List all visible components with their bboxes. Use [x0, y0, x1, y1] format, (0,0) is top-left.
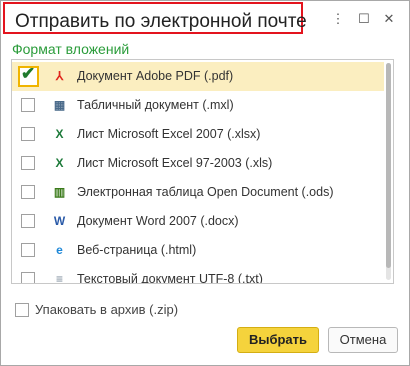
format-label: Веб-страница (.html) [77, 243, 197, 257]
format-list[interactable]: ≡ Текстовый документ UTF-8 (.txt) e Веб-стр… [11, 59, 394, 284]
list-scrollbar[interactable] [386, 63, 391, 280]
dialog-title: Отправить по электронной почте [15, 11, 307, 32]
email-export-dialog: Отправить по электронной почте ⋮ ☐ ✕ Фор… [0, 0, 410, 366]
ods-icon: ▥ [53, 185, 66, 199]
word-icon: W [53, 214, 66, 228]
more-options-icon[interactable]: ⋮ [329, 10, 347, 28]
maximize-icon[interactable]: ☐ [355, 10, 373, 28]
select-button[interactable]: Выбрать [237, 327, 319, 353]
format-label: Текстовый документ UTF-8 (.txt) [77, 272, 263, 284]
zip-checkbox[interactable] [15, 303, 29, 317]
pdf-icon: ⅄ [55, 69, 64, 83]
format-label: Документ Adobe PDF (.pdf) [77, 69, 234, 83]
format-checkbox[interactable] [21, 272, 35, 283]
scroll-thumb[interactable] [386, 63, 391, 268]
format-row[interactable]: e Веб-страница (.html) [12, 236, 384, 265]
format-row[interactable]: X Лист Microsoft Excel 97-2003 (.xls) [12, 149, 384, 178]
text-file-icon: ≡ [55, 272, 63, 284]
web-page-icon: e [56, 243, 63, 257]
format-row[interactable]: ▦ Табличный документ (.mxl) [12, 91, 384, 120]
format-checkbox[interactable] [21, 127, 35, 141]
excel-icon: X [55, 127, 64, 141]
format-row[interactable]: ≡ Текстовый документ UTF-8 (.txt) [12, 265, 384, 284]
format-row[interactable]: W Документ Word 2007 (.docx) [12, 207, 384, 236]
title-highlight: Отправить по электронной почте [3, 2, 307, 34]
format-checkbox[interactable] [21, 98, 35, 112]
close-icon[interactable]: ✕ [380, 10, 398, 28]
format-row[interactable]: ▥ Электронная таблица Open Document (.ods… [12, 178, 384, 207]
checkmark-icon: ✔ [21, 64, 36, 83]
format-checkbox[interactable] [21, 185, 35, 199]
zip-checkbox-label[interactable]: Упаковать в архив (.zip) [35, 302, 178, 317]
format-checkbox[interactable] [21, 156, 35, 170]
format-label: Табличный документ (.mxl) [77, 98, 234, 112]
format-checkbox[interactable] [21, 243, 35, 257]
format-label: Лист Microsoft Excel 97-2003 (.xls) [77, 156, 273, 170]
format-checkbox[interactable] [21, 214, 35, 228]
format-label: Документ Word 2007 (.docx) [77, 214, 239, 228]
spreadsheet-doc-icon: ▦ [53, 98, 66, 112]
format-row[interactable]: ✔ ⅄ Документ Adobe PDF (.pdf) [12, 62, 384, 91]
cancel-button[interactable]: Отмена [328, 327, 398, 353]
format-checkbox-checked[interactable]: ✔ [18, 64, 39, 87]
format-row[interactable]: X Лист Microsoft Excel 2007 (.xlsx) [12, 120, 384, 149]
excel-icon: X [55, 156, 64, 170]
format-label: Электронная таблица Open Document (.ods) [77, 185, 334, 199]
attachment-format-label: Формат вложений [12, 41, 130, 57]
format-label: Лист Microsoft Excel 2007 (.xlsx) [77, 127, 261, 141]
